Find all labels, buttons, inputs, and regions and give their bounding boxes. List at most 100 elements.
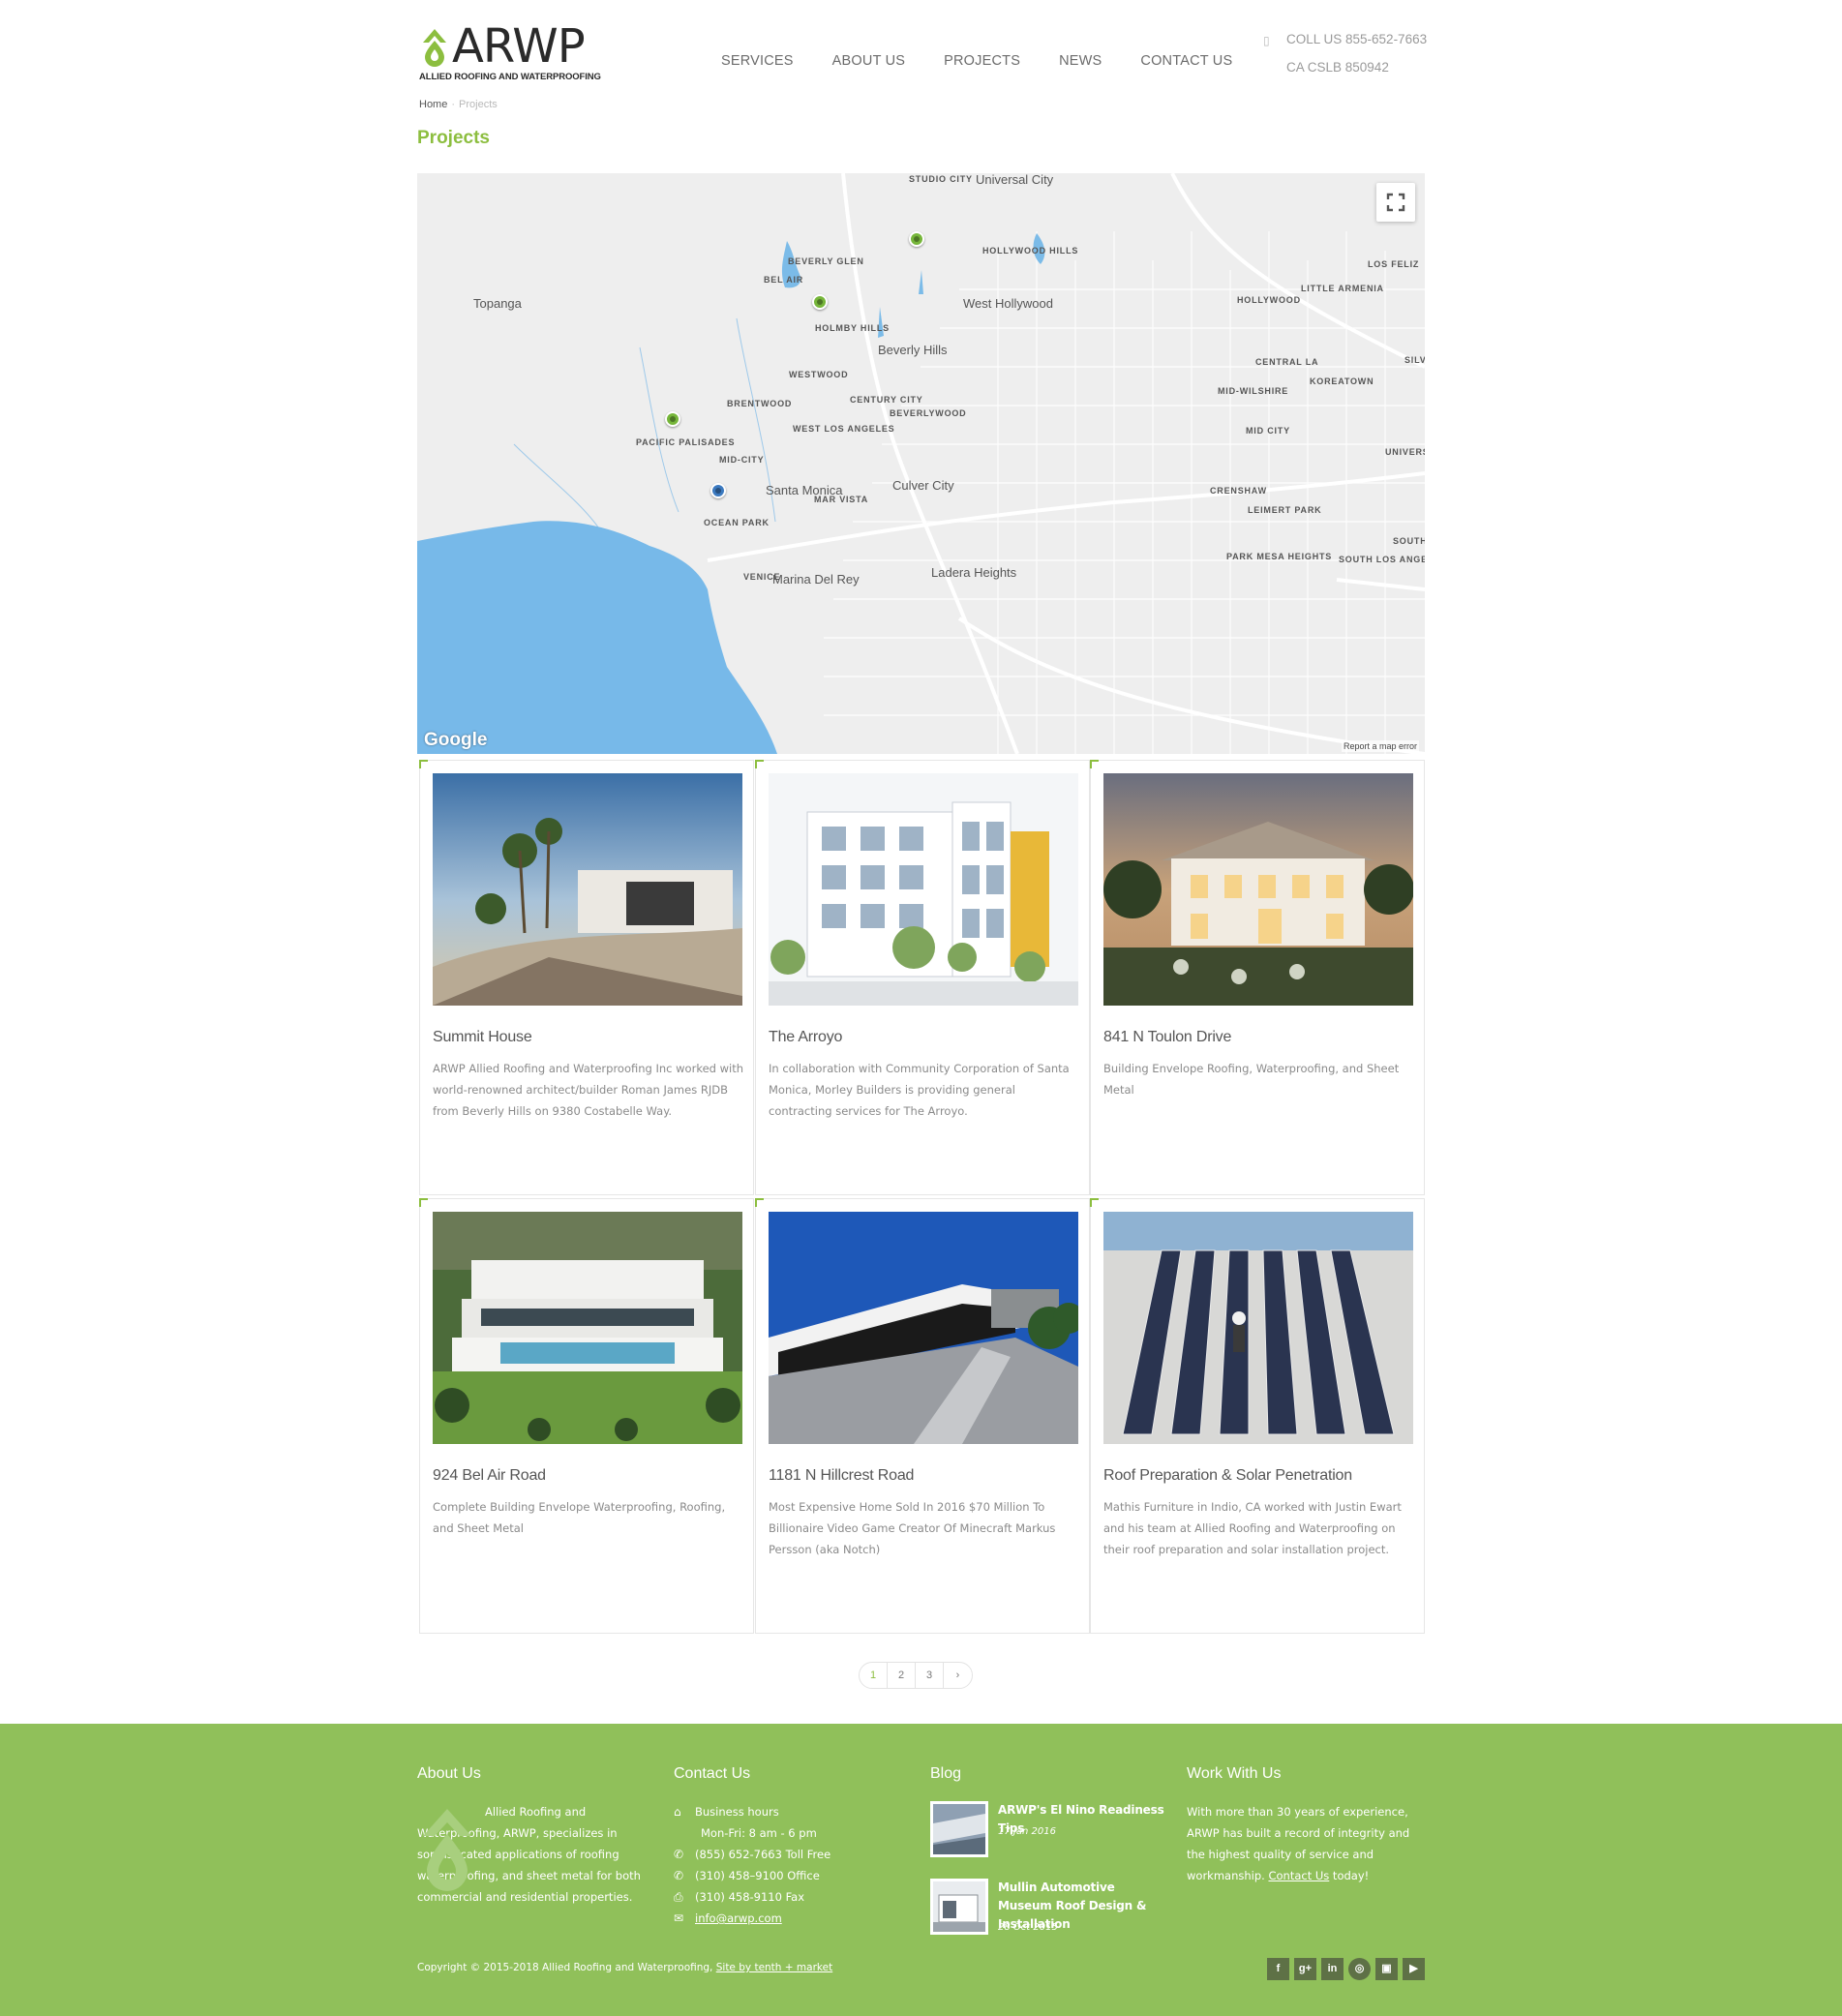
nav-services[interactable]: SERVICES — [721, 53, 794, 69]
project-image[interactable] — [1103, 773, 1413, 1006]
map-label-silv: SILV — [1404, 355, 1425, 365]
project-image[interactable] — [433, 773, 742, 1006]
fullscreen-icon — [1386, 193, 1405, 212]
footer-contact-heading: Contact Us — [674, 1765, 751, 1782]
project-title[interactable]: The Arroyo — [769, 1029, 842, 1046]
copyright: Copyright © 2015-2018 Allied Roofing and… — [417, 1962, 832, 1973]
map-marker-project[interactable] — [812, 294, 828, 310]
project-card[interactable]: Summit House ARWP Allied Roofing and Wat… — [419, 760, 754, 1195]
footer-work-heading: Work With Us — [1187, 1765, 1282, 1782]
blog-thumbnail[interactable] — [930, 1801, 988, 1857]
business-hours-value: Mon-Fri: 8 am - 6 pm — [701, 1826, 817, 1840]
project-card[interactable]: The Arroyo In collaboration with Communi… — [755, 760, 1090, 1195]
google-plus-icon[interactable]: g+ — [1294, 1958, 1316, 1980]
map-label-hollywood-hills: HOLLYWOOD HILLS — [982, 246, 1079, 256]
project-title[interactable]: Summit House — [433, 1029, 532, 1046]
map-label-west-los-angeles: WEST LOS ANGELES — [793, 424, 895, 434]
map-label-south: SOUTH — [1393, 536, 1425, 546]
map-label-bel-air: BEL AIR — [764, 275, 804, 285]
breadcrumb-home[interactable]: Home — [419, 99, 447, 110]
footer-blog-heading: Blog — [930, 1765, 962, 1782]
map-city-ladera-heights: Ladera Heights — [931, 565, 1017, 580]
project-image[interactable] — [769, 1212, 1078, 1444]
project-description: In collaboration with Community Corporat… — [769, 1062, 1070, 1118]
instagram-icon[interactable]: ▣ — [1375, 1958, 1398, 1980]
map-label-studio-city: STUDIO CITY — [909, 174, 973, 184]
nav-about-us[interactable]: ABOUT US — [832, 53, 905, 69]
business-hours-row: ⌂ Business hours — [674, 1801, 867, 1822]
nav-projects[interactable]: PROJECTS — [944, 53, 1020, 69]
map-label-mid-city: MID CITY — [1246, 426, 1290, 436]
fax-row: ⎙ (310) 458-9110 Fax — [674, 1886, 867, 1908]
logo[interactable]: ARWP ALLIED ROOFING AND WATERPROOFING — [417, 19, 601, 85]
card-corner-accent — [1090, 760, 1099, 768]
project-image[interactable] — [1103, 1212, 1413, 1444]
project-title[interactable]: 841 N Toulon Drive — [1103, 1029, 1231, 1046]
nav-contact-us[interactable]: CONTACT US — [1140, 53, 1232, 69]
project-title[interactable]: 1181 N Hillcrest Road — [769, 1467, 914, 1485]
map-city-universal-city: Universal City — [976, 173, 1054, 187]
map-label-universi-park: UNIVERSI PARK — [1385, 447, 1425, 457]
map-city-beverly-hills: Beverly Hills — [878, 343, 948, 357]
card-corner-accent — [419, 1198, 428, 1207]
map-label-brentwood: BRENTWOOD — [727, 399, 793, 408]
nav-news[interactable]: NEWS — [1059, 53, 1102, 69]
phone-icon: ✆ — [674, 1848, 684, 1861]
blog-thumbnail[interactable] — [930, 1879, 988, 1935]
project-description: ARWP Allied Roofing and Waterproofing In… — [433, 1062, 743, 1118]
project-image[interactable] — [433, 1212, 742, 1444]
facebook-icon[interactable]: f — [1267, 1958, 1289, 1980]
office-row: ✆ (310) 458–9100 Office — [674, 1865, 867, 1886]
breadcrumb: Home · Projects — [419, 99, 498, 110]
map-city-west-hollywood: West Hollywood — [963, 296, 1053, 311]
map-label-pacific-palisades: PACIFIC PALISADES — [636, 437, 736, 447]
next-page-button[interactable]: › — [944, 1663, 972, 1688]
envelope-icon: ✉ — [674, 1911, 684, 1925]
project-title[interactable]: Roof Preparation & Solar Penetration — [1103, 1467, 1352, 1485]
blog-post[interactable]: Mullin Automotive Museum Roof Design & I… — [930, 1879, 1182, 1956]
footer-about-heading: About Us — [417, 1765, 481, 1782]
project-card[interactable]: 841 N Toulon Drive Building Envelope Roo… — [1090, 760, 1425, 1195]
site-credit-link[interactable]: Site by tenth + market — [716, 1962, 832, 1973]
card-corner-accent — [755, 760, 764, 768]
projects-map[interactable]: STUDIO CITY HOLLYWOOD HILLS BEVERLY GLEN… — [417, 173, 1425, 754]
map-label-mid-wilshire: MID-WILSHIRE — [1218, 386, 1289, 396]
card-corner-accent — [1090, 1198, 1099, 1207]
map-marker-project[interactable] — [665, 411, 680, 427]
office-phone[interactable]: (310) 458–9100 Office — [695, 1865, 820, 1886]
project-card[interactable]: 924 Bel Air Road Complete Building Envel… — [419, 1198, 754, 1634]
map-marker-project-selected[interactable] — [710, 483, 726, 498]
linkedin-icon[interactable]: in — [1321, 1958, 1344, 1980]
map-label-century-city: CENTURY CITY — [850, 395, 923, 405]
email-row: ✉ info@arwp.com — [674, 1908, 867, 1929]
logo-watermark-icon — [423, 1809, 471, 1891]
toll-free-phone[interactable]: (855) 652-7663 Toll Free — [695, 1844, 830, 1865]
home-icon: ⌂ — [674, 1805, 681, 1819]
blog-post[interactable]: ARWP's El Nino Readiness Tips 17 Jan 201… — [930, 1801, 1182, 1879]
footer-work-with-us: Work With Us With more than 30 years of … — [1187, 1764, 1429, 1886]
footer-work-text: With more than 30 years of experience, A… — [1187, 1801, 1429, 1886]
page-1-button[interactable]: 1 — [860, 1663, 888, 1688]
map-label-holmby-hills: HOLMBY HILLS — [815, 323, 890, 333]
fax-number: (310) 458-9110 Fax — [695, 1890, 805, 1904]
project-card[interactable]: 1181 N Hillcrest Road Most Expensive Hom… — [755, 1198, 1090, 1634]
page-3-button[interactable]: 3 — [916, 1663, 944, 1688]
header-phone[interactable]: COLL US 855-652-7663 — [1263, 25, 1427, 53]
map-city-marina-del-rey: Marina Del Rey — [772, 572, 860, 587]
map-label-little-armenia: LITTLE ARMENIA — [1301, 284, 1384, 293]
phone-icon: ✆ — [674, 1869, 684, 1882]
houzz-icon[interactable]: ◎ — [1348, 1958, 1371, 1980]
report-map-error-link[interactable]: Report a map error — [1341, 740, 1419, 752]
youtube-icon[interactable]: ▶ — [1403, 1958, 1425, 1980]
project-card[interactable]: Roof Preparation & Solar Penetration Mat… — [1090, 1198, 1425, 1634]
email-link[interactable]: info@arwp.com — [695, 1908, 782, 1929]
map-marker-project[interactable] — [909, 231, 924, 247]
map-label-ocean-park: OCEAN PARK — [704, 518, 770, 527]
project-image[interactable] — [769, 773, 1078, 1006]
page-2-button[interactable]: 2 — [888, 1663, 916, 1688]
fullscreen-button[interactable] — [1376, 183, 1415, 222]
main-nav: SERVICES ABOUT US PROJECTS NEWS CONTACT … — [721, 53, 1271, 69]
project-title[interactable]: 924 Bel Air Road — [433, 1467, 546, 1485]
footer-contact-us-link[interactable]: Contact Us — [1268, 1869, 1329, 1882]
map-label-crenshaw: CRENSHAW — [1210, 486, 1267, 496]
